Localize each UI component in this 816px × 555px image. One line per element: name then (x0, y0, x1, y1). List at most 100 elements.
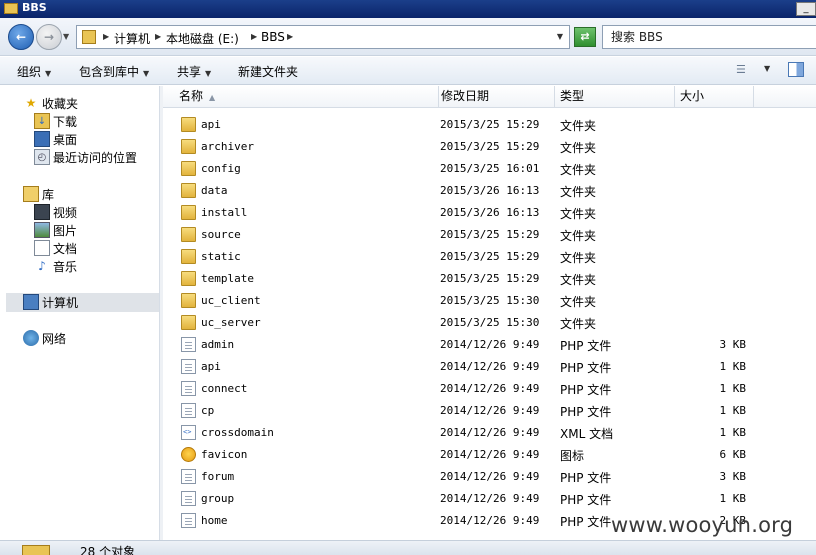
organize-menu[interactable]: 组织 ▼ (17, 63, 51, 80)
breadcrumb-computer[interactable]: 计算机 (114, 30, 150, 47)
recent-pages-dropdown[interactable]: ▼ (63, 32, 69, 41)
address-dropdown[interactable]: ▼ (557, 32, 563, 41)
include-in-library-menu[interactable]: 包含到库中 ▼ (79, 63, 149, 80)
folder-icon (181, 249, 196, 264)
chevron-right-icon[interactable]: ▶ (251, 32, 257, 41)
file-size: 1 KB (719, 426, 747, 439)
computer-icon (23, 294, 39, 310)
breadcrumb-drive[interactable]: 本地磁盘 (E:) (166, 30, 239, 47)
view-options-icon[interactable]: ☰ (736, 63, 754, 77)
share-menu[interactable]: 共享 ▼ (177, 63, 211, 80)
file-name: api (201, 118, 221, 131)
folder-icon (82, 30, 96, 44)
column-header-name[interactable]: 名称 ▲ (173, 86, 439, 108)
file-name: api (201, 360, 221, 373)
favicon-icon (181, 447, 196, 462)
folder-icon (181, 117, 196, 132)
file-date: 2014/12/26 9:49 (440, 448, 540, 461)
preview-pane-icon[interactable] (788, 62, 804, 77)
back-button[interactable]: ← (8, 24, 34, 50)
file-row[interactable]: source 2015/3/25 15:29 文件夹 (163, 224, 816, 246)
address-bar[interactable]: ▶ 计算机 ▶ 本地磁盘 (E:) ▶ BBS ▶ ▼ (76, 25, 570, 49)
php-file-icon (181, 359, 196, 374)
recent-places-icon: ◴ (34, 149, 50, 165)
breadcrumb-bbs[interactable]: BBS (261, 30, 285, 44)
php-file-icon (181, 513, 196, 528)
sidebar-item-label: 下载 (53, 115, 78, 129)
file-row[interactable]: static 2015/3/25 15:29 文件夹 (163, 246, 816, 268)
file-date: 2015/3/25 15:29 (440, 228, 540, 241)
php-file-icon (181, 381, 196, 396)
file-type: PHP 文件 (560, 493, 612, 507)
file-row[interactable]: api 2015/3/25 15:29 文件夹 (163, 114, 816, 136)
sidebar-item-label: 计算机 (42, 296, 79, 310)
file-name: crossdomain (201, 426, 274, 439)
file-row[interactable]: cp 2014/12/26 9:49 PHP 文件 1 KB (163, 400, 816, 422)
file-name: config (201, 162, 241, 175)
file-name: data (201, 184, 228, 197)
file-row[interactable]: install 2015/3/26 16:13 文件夹 (163, 202, 816, 224)
refresh-button[interactable]: ⇄ (574, 27, 596, 47)
column-header-modified[interactable]: 修改日期 (435, 86, 555, 108)
file-date: 2015/3/25 15:29 (440, 118, 540, 131)
file-row[interactable]: connect 2014/12/26 9:49 PHP 文件 1 KB (163, 378, 816, 400)
file-row[interactable]: uc_client 2015/3/25 15:30 文件夹 (163, 290, 816, 312)
navigation-pane: ★ 收藏夹 ↓ 下载 桌面 ◴ 最近访问的位置 库 视频 图片 文档 ♪ 音乐 … (0, 86, 160, 540)
file-size: 1 KB (719, 382, 747, 395)
file-type: PHP 文件 (560, 405, 612, 419)
file-date: 2014/12/26 9:49 (440, 382, 540, 395)
file-row[interactable]: crossdomain 2014/12/26 9:49 XML 文档 1 KB (163, 422, 816, 444)
watermark: www.wooyun.org (611, 513, 794, 537)
command-bar: 组织 ▼ 包含到库中 ▼ 共享 ▼ 新建文件夹 ☰ ▼ (0, 57, 816, 85)
forward-button[interactable]: → (36, 24, 62, 50)
video-icon (34, 204, 50, 220)
file-row[interactable]: group 2014/12/26 9:49 PHP 文件 1 KB (163, 488, 816, 510)
file-type: XML 文档 (560, 427, 614, 441)
chevron-down-icon: ▼ (205, 69, 212, 78)
sidebar-item-label: 文档 (53, 242, 78, 256)
download-icon: ↓ (34, 113, 50, 129)
file-name: static (201, 250, 241, 263)
file-list: api 2015/3/25 15:29 文件夹 archiver 2015/3/25 1… (163, 114, 816, 540)
file-row[interactable]: archiver 2015/3/25 15:29 文件夹 (163, 136, 816, 158)
sidebar-item-label: 音乐 (53, 260, 78, 274)
sidebar-item-label: 桌面 (53, 133, 78, 147)
view-dropdown[interactable]: ▼ (764, 64, 770, 73)
file-row[interactable]: admin 2014/12/26 9:49 PHP 文件 3 KB (163, 334, 816, 356)
file-size: 3 KB (719, 470, 747, 483)
search-box[interactable] (602, 25, 816, 49)
column-header-row: 名称 ▲ 修改日期 类型 大小 (163, 86, 816, 108)
file-type: 文件夹 (560, 229, 597, 243)
column-header-size[interactable]: 大小 (674, 86, 754, 108)
chevron-right-icon[interactable]: ▶ (287, 32, 293, 41)
network-icon (23, 330, 39, 346)
desktop-icon (34, 131, 50, 147)
file-row[interactable]: config 2015/3/25 16:01 文件夹 (163, 158, 816, 180)
search-input[interactable] (611, 29, 811, 45)
minimize-button[interactable]: _ (796, 2, 816, 16)
file-row[interactable]: uc_server 2015/3/25 15:30 文件夹 (163, 312, 816, 334)
file-type: 文件夹 (560, 317, 597, 331)
chevron-down-icon: ▼ (45, 69, 52, 78)
chevron-right-icon[interactable]: ▶ (155, 32, 161, 41)
column-name-label: 名称 (179, 89, 204, 103)
file-row[interactable]: favicon 2014/12/26 9:49 图标 6 KB (163, 444, 816, 466)
file-row[interactable]: forum 2014/12/26 9:49 PHP 文件 3 KB (163, 466, 816, 488)
new-folder-button[interactable]: 新建文件夹 (238, 63, 298, 80)
include-in-library-label: 包含到库中 (79, 65, 140, 79)
file-name: archiver (201, 140, 254, 153)
star-icon: ★ (25, 96, 37, 110)
column-header-type[interactable]: 类型 (554, 86, 675, 108)
file-row[interactable]: api 2014/12/26 9:49 PHP 文件 1 KB (163, 356, 816, 378)
file-row[interactable]: template 2015/3/25 15:29 文件夹 (163, 268, 816, 290)
file-date: 2015/3/25 15:30 (440, 294, 540, 307)
chevron-right-icon[interactable]: ▶ (103, 32, 109, 41)
php-file-icon (181, 403, 196, 418)
sidebar-item-label: 图片 (53, 224, 78, 238)
document-icon (34, 240, 50, 256)
folder-icon (22, 545, 50, 555)
sidebar-item-label: 收藏夹 (42, 97, 79, 111)
file-type: 文件夹 (560, 251, 597, 265)
file-row[interactable]: data 2015/3/26 16:13 文件夹 (163, 180, 816, 202)
title-bar: BBS _ (0, 0, 816, 18)
